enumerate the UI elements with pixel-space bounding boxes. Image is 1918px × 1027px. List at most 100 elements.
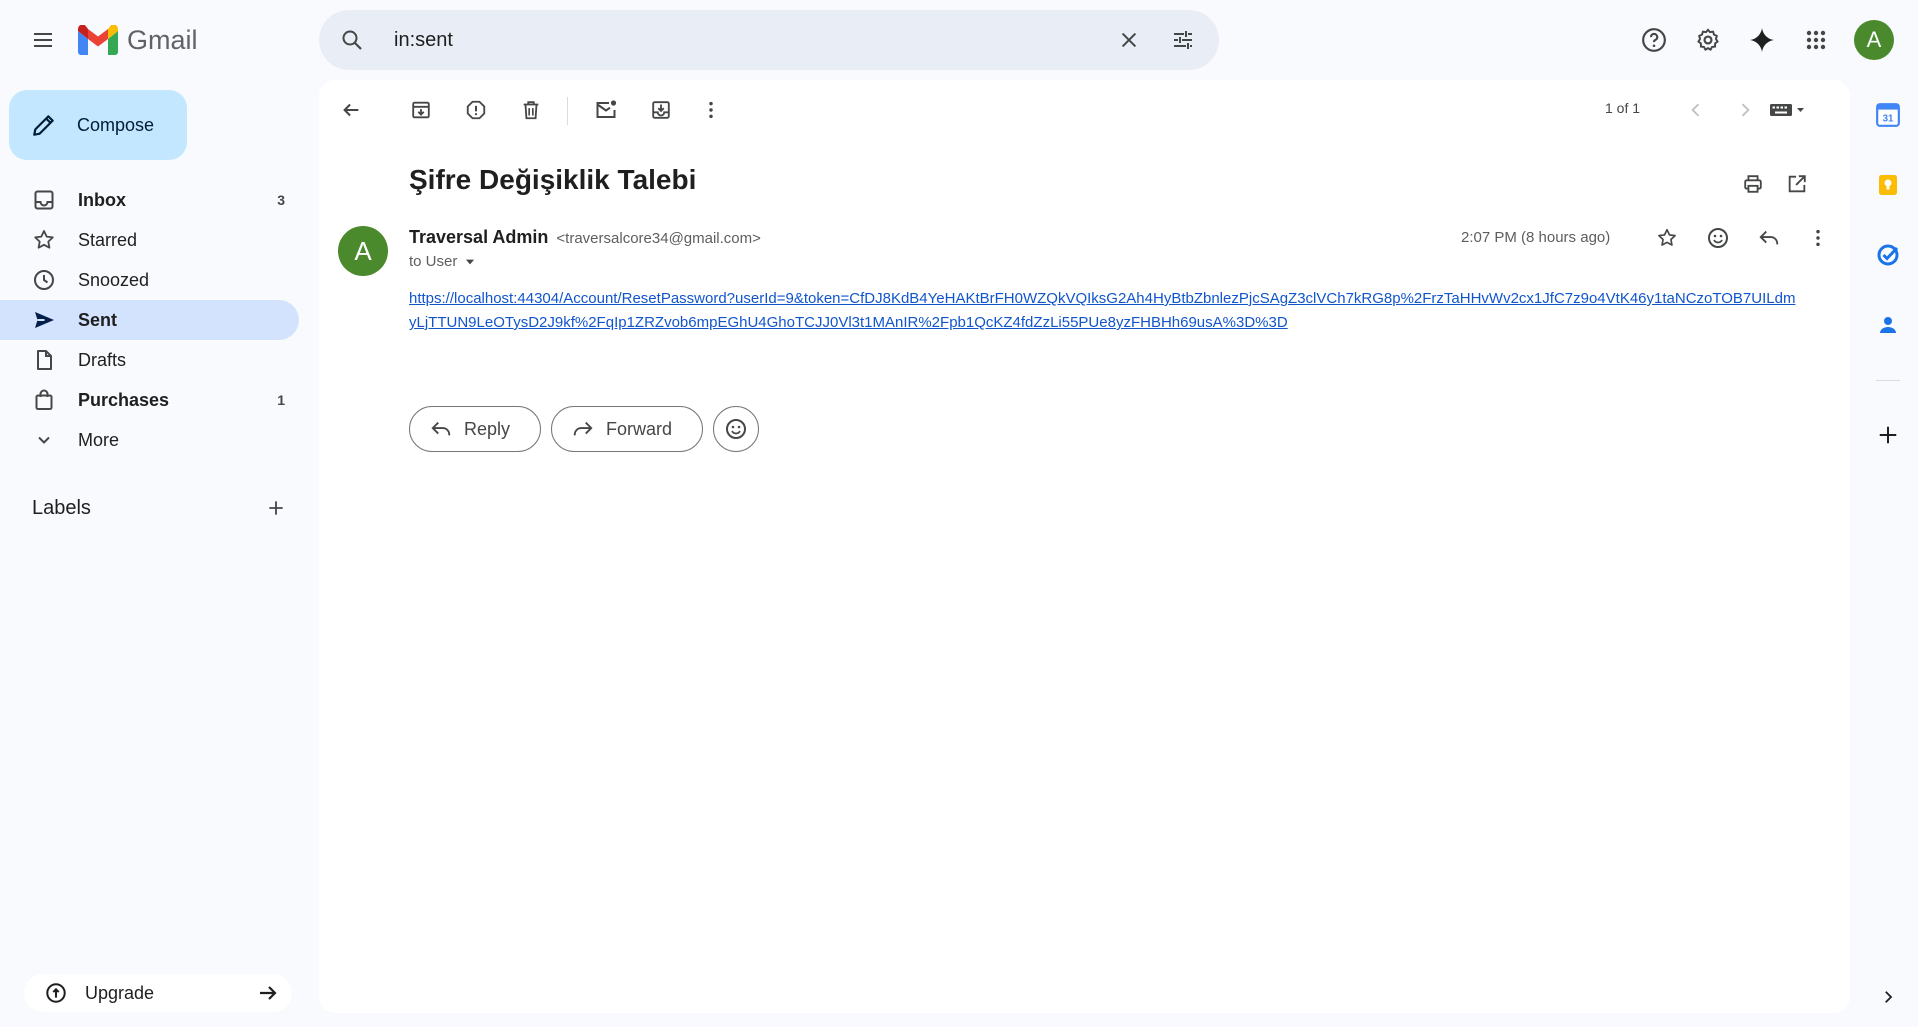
caret-down-icon bbox=[466, 259, 475, 264]
tune-icon bbox=[1174, 31, 1192, 49]
show-details-button[interactable] bbox=[463, 255, 477, 269]
pencil-icon bbox=[33, 115, 54, 136]
top-bar: Gmail A bbox=[0, 0, 1918, 80]
upgrade-button[interactable]: Upgrade bbox=[24, 974, 292, 1012]
sidebar-item-purchases[interactable]: Purchases 1 bbox=[0, 380, 299, 420]
compose-label: Compose bbox=[77, 114, 155, 135]
back-button[interactable] bbox=[331, 90, 371, 130]
reply-icon-button[interactable] bbox=[1749, 218, 1789, 258]
reply-button[interactable]: Reply bbox=[409, 406, 542, 452]
forward-button[interactable]: Forward bbox=[551, 406, 704, 452]
support-button[interactable] bbox=[1630, 16, 1678, 64]
message-more-button[interactable] bbox=[1798, 218, 1838, 258]
calendar-button[interactable]: 31 bbox=[1869, 96, 1907, 134]
sidebar-item-starred[interactable]: Starred bbox=[0, 220, 299, 260]
show-side-panel-button[interactable] bbox=[1869, 978, 1907, 1016]
plus-icon bbox=[1879, 426, 1897, 444]
inbox-icon bbox=[34, 190, 54, 210]
message-timestamp: 2:07 PM (8 hours ago) bbox=[1461, 229, 1611, 246]
emoji-reaction-button[interactable] bbox=[713, 406, 760, 452]
search-options-button[interactable] bbox=[1159, 16, 1207, 64]
main-menu-button[interactable] bbox=[19, 16, 67, 64]
forward-icon bbox=[573, 421, 593, 436]
get-addons-button[interactable] bbox=[1869, 416, 1907, 454]
gmail-logo[interactable]: Gmail bbox=[78, 22, 198, 58]
contacts-button[interactable] bbox=[1869, 306, 1907, 344]
search-button[interactable] bbox=[328, 16, 376, 64]
sidebar-item-label: Drafts bbox=[78, 349, 127, 370]
hamburger-menu-icon bbox=[34, 33, 52, 47]
tasks-button[interactable] bbox=[1869, 236, 1907, 274]
account-avatar[interactable]: A bbox=[1854, 20, 1894, 60]
star-icon bbox=[1658, 228, 1676, 246]
sidebar-item-more[interactable]: More bbox=[0, 420, 299, 460]
upgrade-icon bbox=[46, 983, 66, 1003]
search-input[interactable] bbox=[394, 28, 1105, 52]
shopping-bag-icon bbox=[35, 389, 53, 410]
sender-name[interactable]: Traversal Admin bbox=[409, 227, 548, 247]
reset-password-link[interactable]: https://localhost:44304/Account/ResetPas… bbox=[409, 287, 1799, 335]
unread-count: 3 bbox=[277, 192, 285, 208]
top-right-actions: A bbox=[1624, 16, 1918, 64]
recipient-line: to User bbox=[409, 253, 477, 270]
archive-button[interactable] bbox=[401, 90, 441, 130]
add-reaction-button[interactable] bbox=[1698, 218, 1738, 258]
keep-button[interactable] bbox=[1869, 166, 1907, 204]
sender-info: Traversal Admin <traversalcore34@gmail.c… bbox=[409, 227, 761, 248]
google-apps-button[interactable] bbox=[1792, 16, 1840, 64]
labels-title: Labels bbox=[32, 496, 91, 519]
keep-notes-icon bbox=[1879, 175, 1897, 195]
more-actions-button[interactable] bbox=[691, 90, 731, 130]
mark-unread-button[interactable] bbox=[586, 90, 626, 130]
plus-icon bbox=[269, 501, 283, 515]
message-view: 1 of 1 Şifre Değişiklik Talebi A Travers… bbox=[319, 80, 1850, 1013]
sender-avatar[interactable]: A bbox=[338, 226, 388, 276]
compose-button[interactable]: Compose bbox=[9, 90, 187, 160]
input-tools-button[interactable] bbox=[1756, 90, 1816, 130]
clock-icon bbox=[34, 270, 54, 290]
move-to-inbox-icon bbox=[652, 101, 670, 119]
toolbar-divider bbox=[567, 97, 568, 125]
chevron-down-icon bbox=[38, 436, 50, 444]
print-all-button[interactable] bbox=[1733, 164, 1773, 204]
clear-search-button[interactable] bbox=[1105, 16, 1153, 64]
print-icon bbox=[1744, 175, 1762, 193]
gear-icon bbox=[1697, 28, 1719, 51]
sidebar-item-sent[interactable]: Sent bbox=[0, 300, 299, 340]
newer-button[interactable] bbox=[1676, 90, 1716, 130]
move-to-button[interactable] bbox=[641, 90, 681, 130]
sidebar-item-inbox[interactable]: Inbox 3 bbox=[0, 180, 299, 220]
keyboard-icon bbox=[1770, 104, 1804, 116]
draft-icon bbox=[37, 350, 52, 370]
side-panel-rail: 31 bbox=[1858, 80, 1918, 1027]
search-icon bbox=[342, 30, 362, 50]
sidebar-nav: Inbox 3 Starred Snoozed Sent Drafts Purc… bbox=[0, 180, 300, 460]
sparkle-icon bbox=[1750, 28, 1774, 52]
emoji-icon bbox=[726, 419, 747, 439]
sender-email: <traversalcore34@gmail.com> bbox=[556, 230, 761, 247]
reply-actions: Reply Forward bbox=[409, 406, 760, 452]
app-name: Gmail bbox=[127, 24, 198, 55]
create-label-button[interactable] bbox=[258, 490, 294, 526]
settings-button[interactable] bbox=[1684, 16, 1732, 64]
search-bar[interactable] bbox=[319, 10, 1219, 70]
gmail-m-icon bbox=[78, 25, 118, 55]
open-new-window-button[interactable] bbox=[1777, 164, 1817, 204]
delete-button[interactable] bbox=[511, 90, 551, 130]
sidebar-item-label: Snoozed bbox=[78, 269, 150, 290]
chevron-right-icon bbox=[1741, 103, 1750, 117]
sidebar-item-label: Sent bbox=[78, 309, 118, 330]
help-icon bbox=[1642, 28, 1666, 52]
rail-divider bbox=[1876, 380, 1900, 381]
calendar-icon: 31 bbox=[1876, 103, 1900, 127]
labels-header: Labels bbox=[32, 490, 294, 526]
more-vert-icon bbox=[1816, 229, 1820, 247]
gemini-button[interactable] bbox=[1738, 16, 1786, 64]
contacts-icon bbox=[1880, 317, 1896, 333]
sidebar-item-snoozed[interactable]: Snoozed bbox=[0, 260, 299, 300]
report-spam-button[interactable] bbox=[456, 90, 496, 130]
message-toolbar: 1 of 1 bbox=[319, 80, 1850, 142]
recipient-text: to User bbox=[409, 253, 458, 270]
star-message-button[interactable] bbox=[1647, 218, 1687, 258]
sidebar-item-drafts[interactable]: Drafts bbox=[0, 340, 299, 380]
